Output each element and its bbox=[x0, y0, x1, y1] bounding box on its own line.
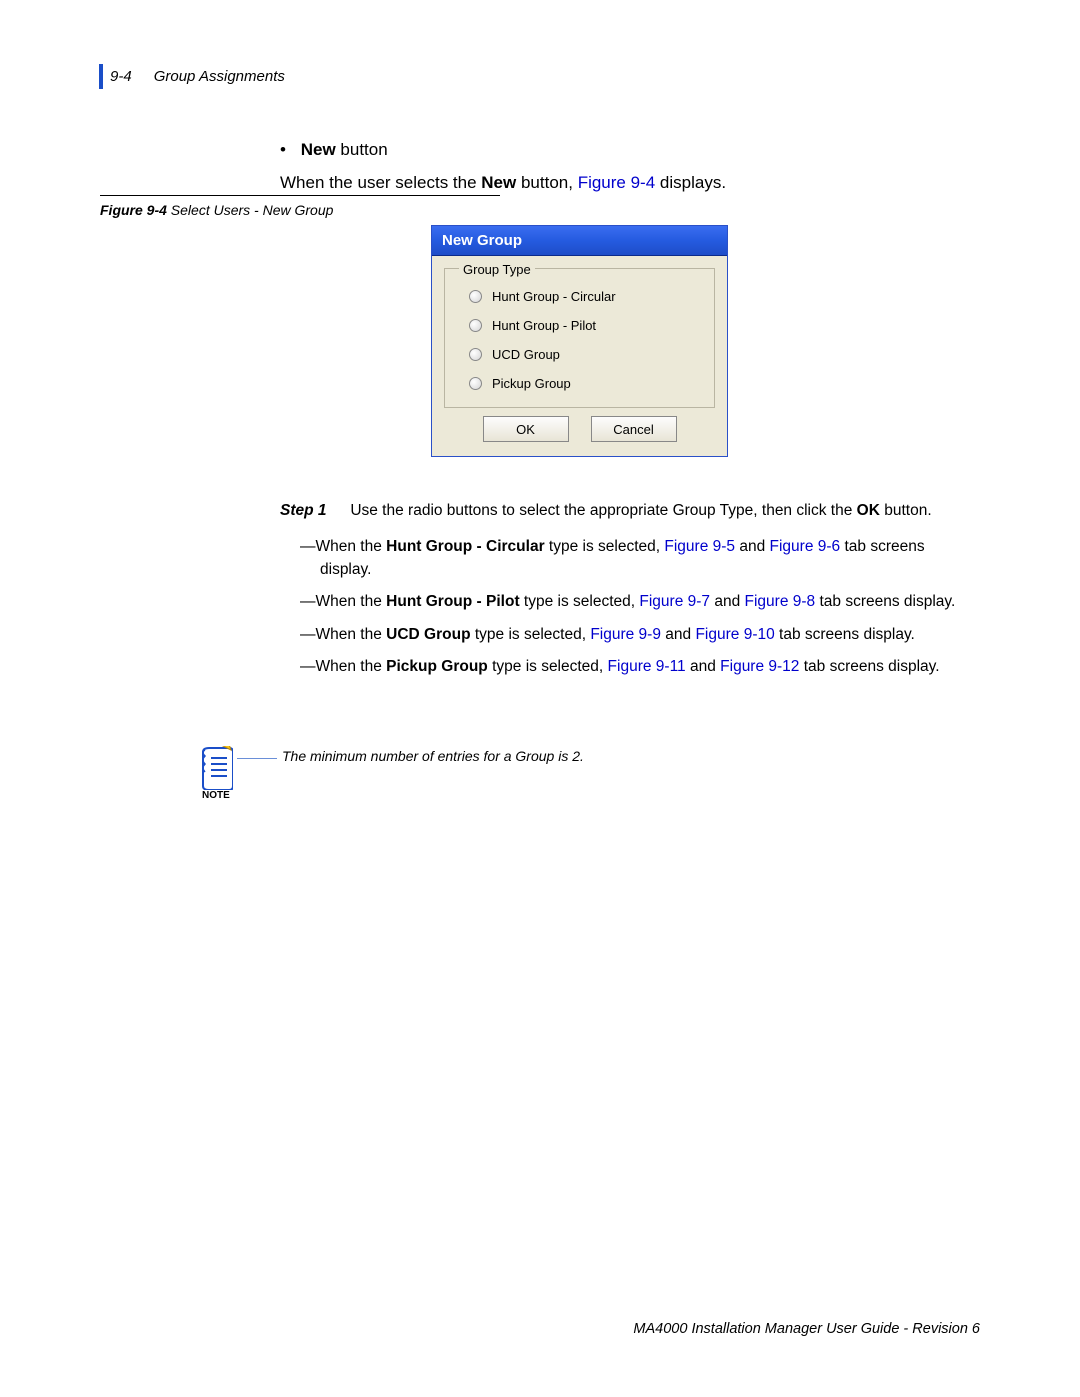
link-figure-9-4[interactable]: Figure 9-4 bbox=[578, 173, 655, 192]
step-1: Step 1 Use the radio buttons to select t… bbox=[280, 500, 980, 522]
intro-description: When the user selects the New button, Fi… bbox=[280, 171, 980, 196]
note-label: NOTE bbox=[202, 790, 230, 801]
note-rule bbox=[237, 758, 277, 759]
dialog-title: New Group bbox=[432, 226, 727, 256]
ok-button[interactable]: OK bbox=[483, 416, 569, 442]
page-header: 9-4 Group Assignments bbox=[110, 68, 285, 85]
group-type-legend: Group Type bbox=[459, 262, 535, 277]
header-rule bbox=[99, 64, 103, 89]
figure-caption-rule bbox=[100, 195, 500, 196]
section-title: Group Assignments bbox=[154, 68, 285, 85]
new-group-dialog: New Group Group Type Hunt Group - Circul… bbox=[431, 225, 728, 457]
radio-ucd-group[interactable]: UCD Group bbox=[469, 347, 700, 362]
step-subitem: —When the Hunt Group - Circular type is … bbox=[300, 536, 980, 581]
figure-link[interactable]: Figure 9-11 bbox=[608, 658, 686, 675]
radio-pickup-group[interactable]: Pickup Group bbox=[469, 376, 700, 391]
bullet-rest: button bbox=[336, 140, 388, 159]
figure-link[interactable]: Figure 9-5 bbox=[664, 538, 735, 555]
figure-link[interactable]: Figure 9-8 bbox=[745, 593, 816, 610]
figure-link[interactable]: Figure 9-10 bbox=[695, 626, 774, 643]
figure-link[interactable]: Figure 9-12 bbox=[720, 658, 799, 675]
figure-caption: Figure 9-4 Select Users - New Group bbox=[100, 202, 333, 218]
radio-hunt-circular[interactable]: Hunt Group - Circular bbox=[469, 289, 700, 304]
radio-icon bbox=[469, 319, 482, 332]
group-type-fieldset: Group Type Hunt Group - Circular Hunt Gr… bbox=[444, 268, 715, 408]
note-icon bbox=[199, 746, 233, 790]
radio-hunt-pilot[interactable]: Hunt Group - Pilot bbox=[469, 318, 700, 333]
step-subitem: —When the Pickup Group type is selected,… bbox=[300, 656, 980, 678]
page-number: 9-4 bbox=[110, 68, 132, 85]
step-subitem: —When the UCD Group type is selected, Fi… bbox=[300, 624, 980, 646]
radio-icon bbox=[469, 290, 482, 303]
bullet-new-button: • New button bbox=[280, 138, 980, 163]
note-text: The minimum number of entries for a Grou… bbox=[282, 748, 584, 764]
step-subitem: —When the Hunt Group - Pilot type is sel… bbox=[300, 591, 980, 613]
figure-link[interactable]: Figure 9-7 bbox=[639, 593, 710, 610]
radio-icon bbox=[469, 377, 482, 390]
figure-link[interactable]: Figure 9-6 bbox=[770, 538, 841, 555]
step-label: Step 1 bbox=[280, 500, 346, 522]
figure-link[interactable]: Figure 9-9 bbox=[590, 626, 661, 643]
bullet-bold: New bbox=[301, 140, 336, 159]
radio-icon bbox=[469, 348, 482, 361]
cancel-button[interactable]: Cancel bbox=[591, 416, 677, 442]
page-footer: MA4000 Installation Manager User Guide -… bbox=[633, 1321, 980, 1337]
